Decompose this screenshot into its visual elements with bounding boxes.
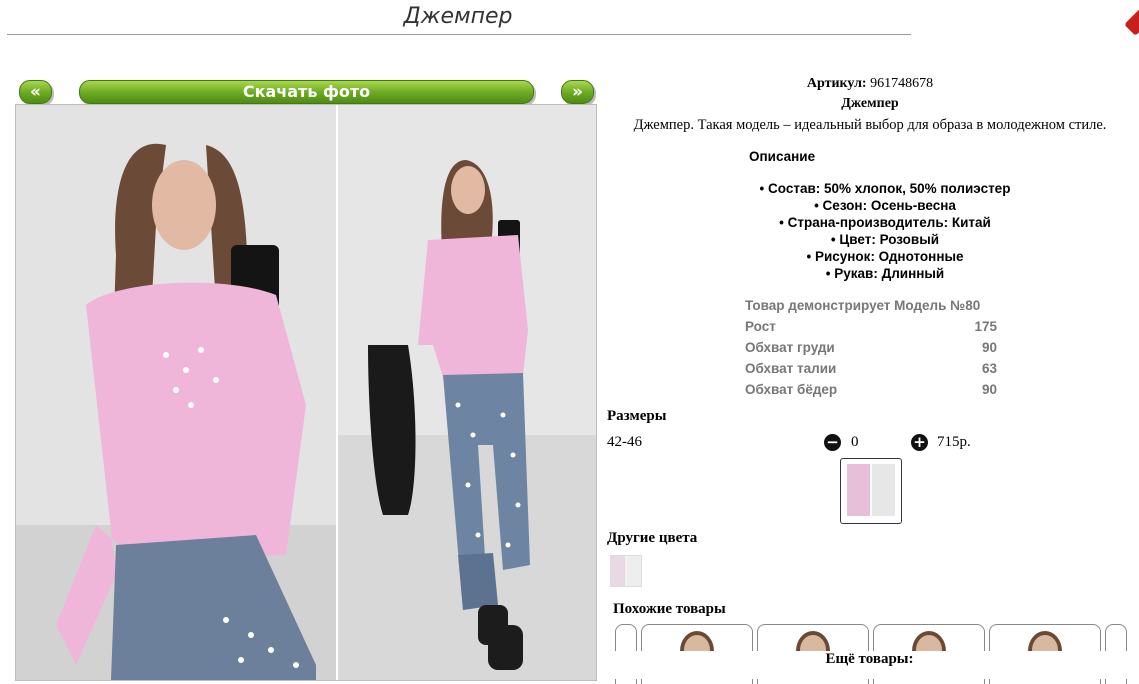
product-properties: • Состав: 50% хлопок, 50% полиэстер • Се… [745,180,1025,282]
property-season: • Сезон: Осень-весна [814,198,956,213]
article-label: Артикул: [806,76,867,91]
model-photo-front [16,105,336,680]
model-heading-text: Товар демонстрирует Модель №80 [745,298,981,313]
model-param-value: 90 [981,340,997,355]
model-row-chest: Обхват груди 90 [745,340,997,361]
more-products-label: Ещё товары: [825,651,914,667]
model-param-label: Рост [745,319,776,334]
sizes-heading: Размеры [607,408,667,424]
product-thumbnail[interactable] [840,458,902,524]
product-photo[interactable] [15,104,597,681]
title-divider [7,34,911,35]
plus-icon[interactable]: + [911,434,928,451]
model-heading: Товар демонстрирует Модель №80 [745,298,997,319]
size-row: 42-46 − 0 + 715р. [607,434,987,454]
more-products-bar: Ещё товары: [600,651,1139,679]
product-name: Джемпер [841,96,899,111]
close-icon[interactable] [1124,6,1139,36]
property-pattern: • Рисунок: Однотонные [806,249,964,264]
prev-photo-button[interactable]: « [19,80,52,104]
product-description: Джемпер. Такая модель – идеальный выбор … [633,117,1107,133]
property-color: • Цвет: Розовый [830,232,940,247]
next-photo-button[interactable]: » [561,80,594,104]
model-photo-full [338,105,596,680]
other-colors-heading: Другие цвета [607,530,698,546]
minus-icon[interactable]: − [824,434,841,451]
model-param-value: 175 [974,319,997,334]
thumbnail-image [847,464,895,516]
model-param-value: 63 [981,361,997,376]
model-param-label: Обхват бёдер [745,382,838,397]
property-country: • Страна-производитель: Китай [779,215,991,230]
model-params: Товар демонстрирует Модель №80 Рост 175 … [745,298,997,403]
other-color-thumbnail[interactable] [610,555,642,587]
property-composition: • Состав: 50% хлопок, 50% полиэстер [759,181,1011,196]
similar-heading: Похожие товары [613,601,726,617]
size-value: 42-46 [607,434,642,450]
model-param-label: Обхват талии [745,361,837,376]
property-sleeve: • Рукав: Длинный [825,266,945,281]
quantity-value: 0 [851,434,859,450]
model-param-value: 90 [981,382,997,397]
price-value: 715р. [937,434,971,450]
description-heading: Описание [749,149,816,164]
model-param-label: Обхват груди [745,340,835,355]
model-row-waist: Обхват талии 63 [745,361,997,382]
product-photo-right [338,105,596,680]
model-row-height: Рост 175 [745,319,997,340]
page-title: Джемпер [403,4,513,29]
download-photo-button[interactable]: Скачать фото [79,80,534,104]
model-row-hips: Обхват бёдер 90 [745,382,997,403]
article-value: 961748678 [870,76,934,91]
article-line: Артикул: 961748678 [605,76,1135,92]
product-photo-left [16,105,336,680]
